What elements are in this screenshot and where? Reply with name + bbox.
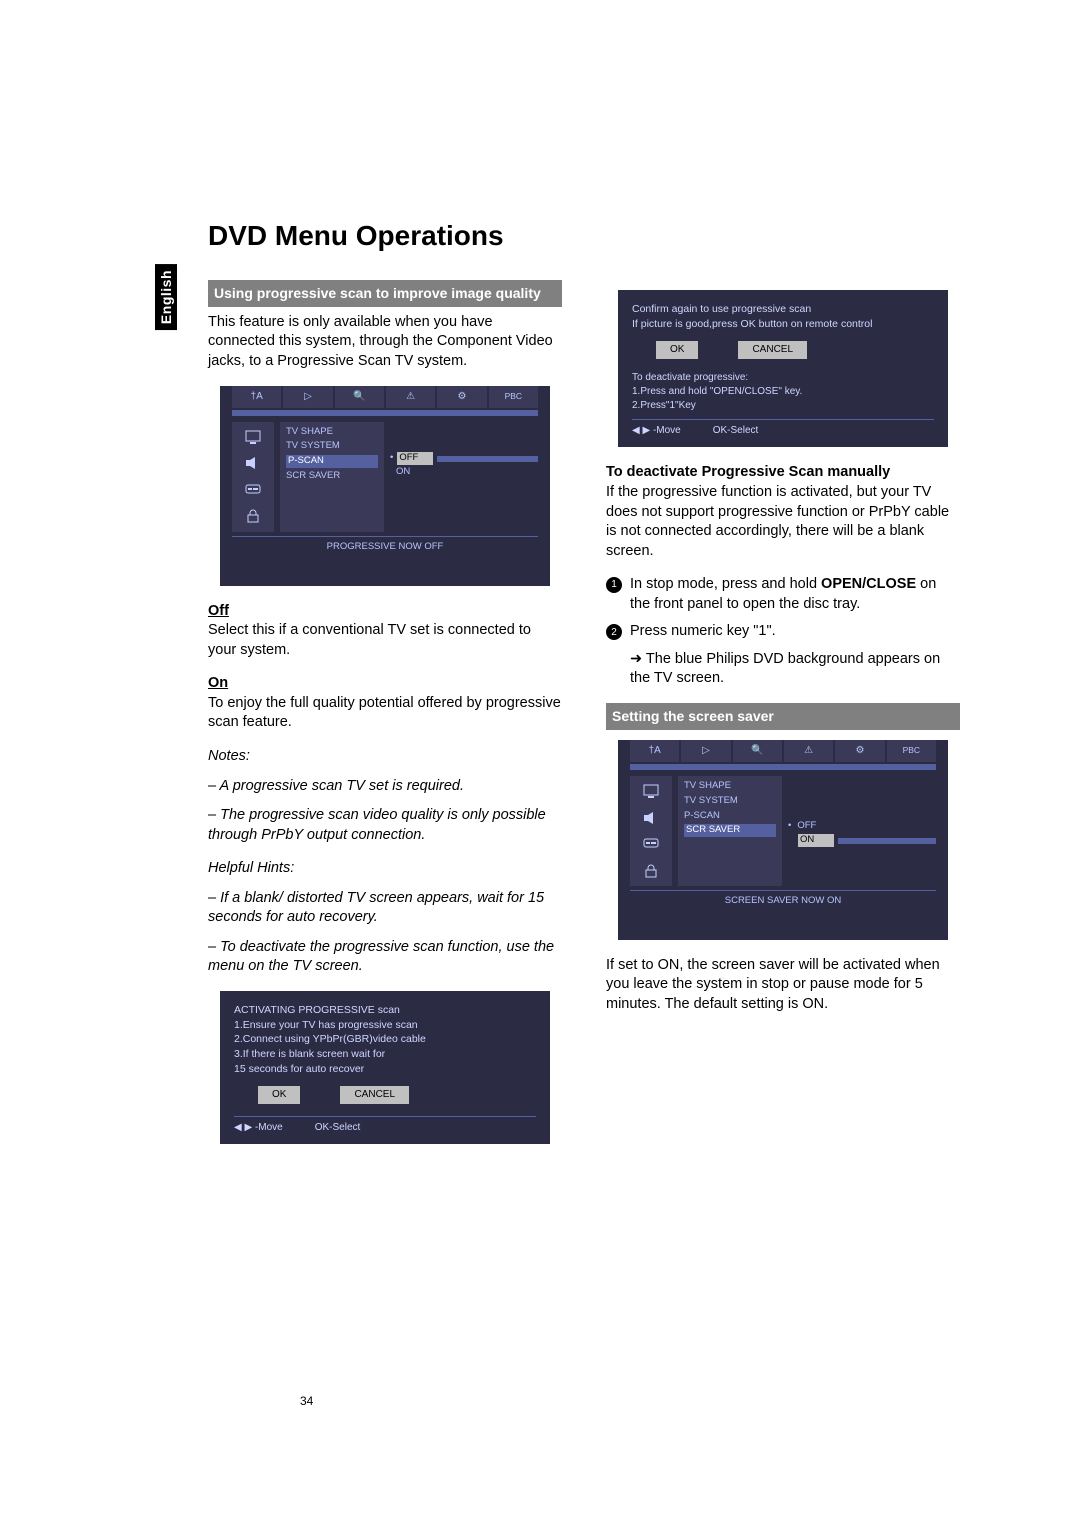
step1-bold: OPEN/CLOSE xyxy=(821,576,916,592)
osd-select-label: OK-Select xyxy=(713,424,759,438)
osd-item-selected: SCR SAVER xyxy=(684,824,776,837)
osd-opt-on: ON xyxy=(394,466,412,479)
osd-tab: ▷ xyxy=(283,386,332,408)
off-heading: Off xyxy=(208,602,562,622)
osd-item: SCR SAVER xyxy=(286,470,378,483)
step-number-icon: 1 xyxy=(606,577,622,593)
osd-activate-line: 15 seconds for auto recover xyxy=(234,1062,536,1077)
osd-activate-line: 1.Ensure your TV has progressive scan xyxy=(234,1018,536,1033)
step2-text: Press numeric key "1". xyxy=(630,622,776,642)
osd-scrsaver-screenshot: †A ▷ 🔍 ⚠ ⚙ PBC xyxy=(618,740,948,940)
osd-item: TV SYSTEM xyxy=(286,440,378,453)
osd-activate-screenshot: ACTIVATING PROGRESSIVE scan 1.Ensure you… xyxy=(220,991,550,1144)
osd-item-selected: P-SCAN xyxy=(286,455,378,468)
step-1: 1 In stop mode, press and hold OPEN/CLOS… xyxy=(606,575,960,614)
osd-tab: ⚙ xyxy=(437,386,486,408)
osd-confirm-line: Confirm again to use progressive scan xyxy=(632,302,934,317)
osd-select-label: OK-Select xyxy=(315,1121,361,1135)
on-heading: On xyxy=(208,674,562,694)
off-body: Select this if a conventional TV set is … xyxy=(208,621,562,660)
left-column: Using progressive scan to improve image … xyxy=(208,280,562,1160)
osd-move-label: -Move xyxy=(255,1122,283,1133)
deactivate-heading: To deactivate Progressive Scan manually xyxy=(606,463,960,483)
osd-deact-line: 1.Press and hold "OPEN/CLOSE" key. xyxy=(632,385,934,399)
osd-item: TV SHAPE xyxy=(286,426,378,439)
page-title: DVD Menu Operations xyxy=(208,220,960,252)
page-number: 34 xyxy=(300,1394,313,1408)
osd-cancel-button: CANCEL xyxy=(340,1086,409,1104)
display-icon xyxy=(245,430,261,444)
scrsaver-body: If set to ON, the screen saver will be a… xyxy=(606,956,960,1015)
osd-tab: ⚠ xyxy=(386,386,435,408)
on-body: To enjoy the full quality potential offe… xyxy=(208,694,562,733)
step1-text: In stop mode, press and hold xyxy=(630,576,821,592)
notes-line: – A progressive scan TV set is required. xyxy=(208,777,562,797)
osd-tab: PBC xyxy=(887,740,936,762)
osd-ok-button: OK xyxy=(258,1086,300,1104)
lock-icon xyxy=(643,864,659,878)
hints-line: – To deactivate the progressive scan fun… xyxy=(208,938,562,977)
hints-line: – If a blank/ distorted TV screen appear… xyxy=(208,889,562,928)
osd-confirm-line: If picture is good,press OK button on re… xyxy=(632,317,934,332)
osd-tab: PBC xyxy=(489,386,538,408)
speaker-icon xyxy=(245,456,261,470)
osd-item: TV SHAPE xyxy=(684,780,776,793)
right-column: Confirm again to use progressive scan If… xyxy=(606,280,960,1160)
osd-activate-line: 2.Connect using YPbPr(GBR)video cable xyxy=(234,1032,536,1047)
language-tab: English xyxy=(155,264,177,330)
subtitle-icon xyxy=(245,483,261,497)
osd-pscan-screenshot: †A ▷ 🔍 ⚠ ⚙ PBC xyxy=(220,386,550,586)
display-icon xyxy=(643,784,659,798)
section-band-progscan: Using progressive scan to improve image … xyxy=(208,280,562,307)
section-band-scrsaver: Setting the screen saver xyxy=(606,703,960,730)
notes-head: Notes: xyxy=(208,747,562,767)
deactivate-body: If the progressive function is activated… xyxy=(606,483,960,561)
osd-opt-on: ON xyxy=(798,834,834,847)
osd-tab: ▷ xyxy=(681,740,730,762)
osd-tab: ⚠ xyxy=(784,740,833,762)
speaker-icon xyxy=(643,811,659,825)
lock-icon xyxy=(245,509,261,523)
osd-activate-line: 3.If there is blank screen wait for xyxy=(234,1047,536,1062)
osd-deact-line: 2.Press"1"Key xyxy=(632,399,934,413)
osd-tab: 🔍 xyxy=(733,740,782,762)
osd-status: PROGRESSIVE NOW OFF xyxy=(232,536,538,554)
osd-item: TV SYSTEM xyxy=(684,795,776,808)
osd-tab: †A xyxy=(630,740,679,762)
osd-ok-button: OK xyxy=(656,341,698,359)
osd-tab: ⚙ xyxy=(835,740,884,762)
step2-result: The blue Philips DVD background appears … xyxy=(630,650,960,689)
osd-activate-head: ACTIVATING PROGRESSIVE scan xyxy=(234,1003,536,1018)
osd-cancel-button: CANCEL xyxy=(738,341,807,359)
step-2: 2 Press numeric key "1". xyxy=(606,622,960,642)
osd-left-icons xyxy=(232,422,274,532)
progscan-intro: This feature is only available when you … xyxy=(208,313,562,372)
osd-tab: †A xyxy=(232,386,281,408)
osd-status: SCREEN SAVER NOW ON xyxy=(630,890,936,908)
hints-head: Helpful Hints: xyxy=(208,859,562,879)
osd-deact-head: To deactivate progressive: xyxy=(632,371,934,385)
step-number-icon: 2 xyxy=(606,624,622,640)
osd-opt-off: OFF xyxy=(397,452,433,465)
osd-left-icons xyxy=(630,776,672,886)
osd-move-label: -Move xyxy=(653,425,681,436)
notes-line: – The progressive scan video quality is … xyxy=(208,806,562,845)
osd-item: P-SCAN xyxy=(684,810,776,823)
subtitle-icon xyxy=(643,837,659,851)
osd-confirm-screenshot: Confirm again to use progressive scan If… xyxy=(618,290,948,447)
osd-opt-off: OFF xyxy=(795,820,818,833)
osd-tab: 🔍 xyxy=(335,386,384,408)
